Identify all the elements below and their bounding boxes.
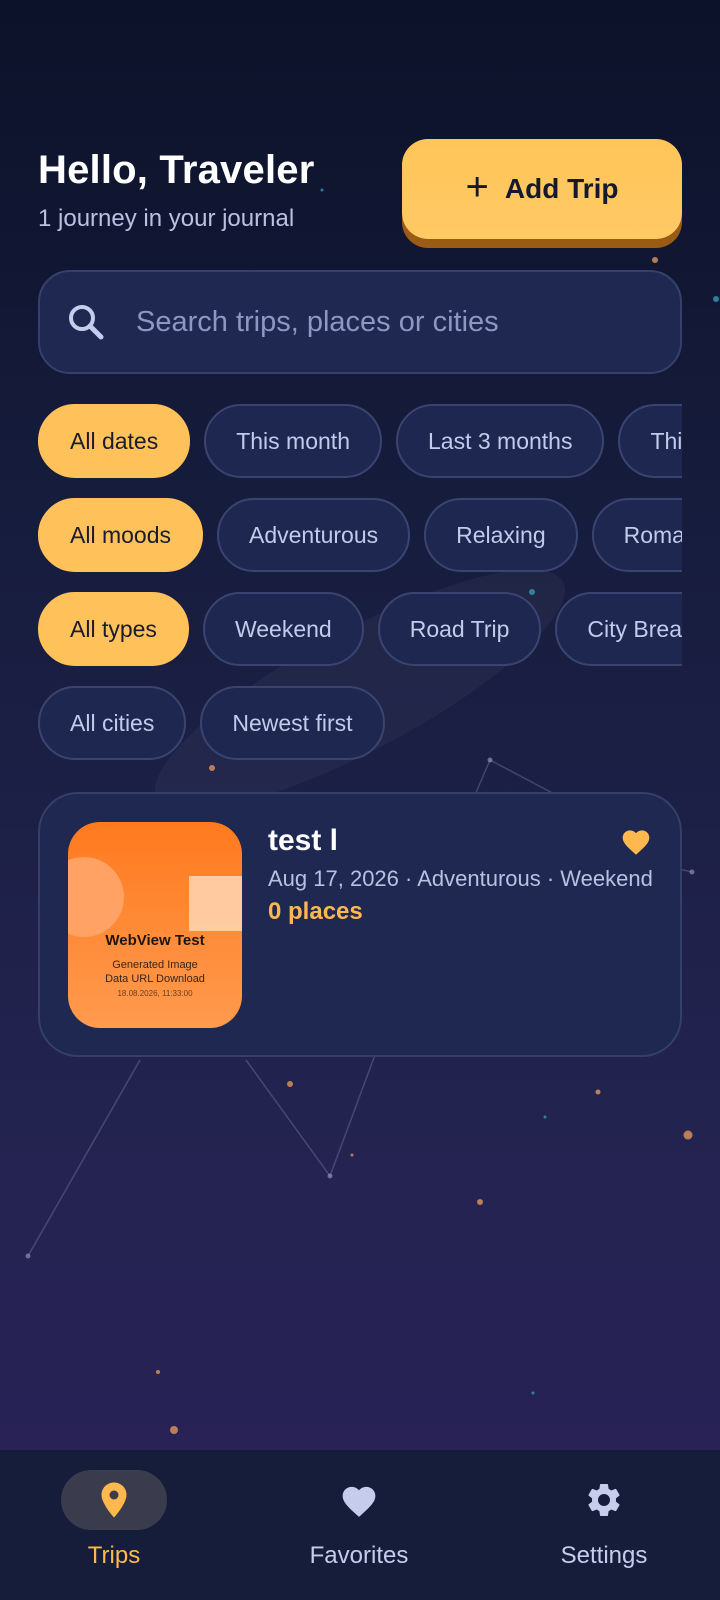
gear-icon (588, 1484, 620, 1516)
chip-all-moods[interactable]: All moods (38, 498, 203, 572)
trip-thumbnail: WebView Test Generated Image Data URL Do… (68, 822, 242, 1028)
date-filter-row: All datesThis monthLast 3 monthsThis yea… (38, 404, 682, 480)
favorite-heart-icon[interactable] (620, 826, 652, 856)
nav-item-settings[interactable]: Settings (504, 1450, 704, 1600)
trip-places-count: 0 places (268, 898, 363, 925)
thumbnail-circle-shape (68, 857, 124, 937)
search-input[interactable] (136, 305, 680, 339)
thumbnail-line-3: 18.08.2026, 11:33:00 (117, 989, 193, 998)
search-bar[interactable] (38, 270, 682, 374)
chip-relaxing[interactable]: Relaxing (424, 498, 578, 572)
chip-road-trip[interactable]: Road Trip (377, 592, 542, 666)
plus-icon: + (465, 165, 489, 209)
chip-this-month[interactable]: This month (204, 404, 382, 478)
nav-item-trips[interactable]: Trips (14, 1450, 214, 1600)
chip-all-types[interactable]: All types (38, 592, 189, 666)
thumbnail-line-1: Generated Image (112, 959, 198, 971)
search-icon (69, 305, 104, 340)
chip-all-dates[interactable]: All dates (38, 404, 191, 478)
page-title: Hello, Traveler (38, 148, 315, 192)
nav-pill-settings (551, 1470, 657, 1530)
journal-count: 1 journey in your journal (38, 205, 295, 232)
thumbnail-square-shape (189, 876, 242, 931)
nav-active-indicator (61, 1470, 167, 1530)
header: Hello, Traveler 1 journey in your journa… (38, 148, 314, 233)
add-trip-button[interactable]: + Add Trip (402, 139, 682, 239)
chip-last-3-months[interactable]: Last 3 months (395, 404, 605, 478)
heart-icon (342, 1486, 376, 1517)
add-trip-label: Add Trip (504, 173, 619, 204)
chip-weekend[interactable]: Weekend (202, 592, 364, 666)
mood-filter-row: All moodsAdventurousRelaxingRomantic (38, 498, 682, 574)
chip-this-year[interactable]: This year (618, 404, 682, 478)
nav-label-favorites: Favorites (309, 1542, 409, 1569)
nav-item-favorites[interactable]: Favorites (259, 1450, 459, 1600)
chip-all-cities[interactable]: All cities (38, 686, 187, 760)
trip-title: test l (268, 824, 339, 857)
bottom-navigation: Trips Favorites Settings (0, 1450, 720, 1600)
location-pin-icon (101, 1482, 127, 1518)
nav-pill-favorites (306, 1470, 412, 1530)
chip-city-break[interactable]: City Break (555, 592, 682, 666)
type-filter-row: All typesWeekendRoad TripCity Break (38, 592, 682, 668)
city-sort-row: All cities Newest first (38, 686, 682, 762)
nav-label-trips: Trips (87, 1542, 141, 1569)
nav-label-settings: Settings (560, 1542, 648, 1569)
chip-newest-first[interactable]: Newest first (200, 686, 385, 760)
chip-romantic[interactable]: Romantic (591, 498, 682, 572)
trip-meta: Aug 17, 2026 · Adventurous · Weekend (268, 866, 653, 891)
trip-card[interactable]: WebView Test Generated Image Data URL Do… (38, 792, 682, 1057)
thumbnail-title: WebView Test (105, 932, 205, 949)
chip-adventurous[interactable]: Adventurous (216, 498, 411, 572)
thumbnail-line-2: Data URL Download (105, 973, 205, 985)
